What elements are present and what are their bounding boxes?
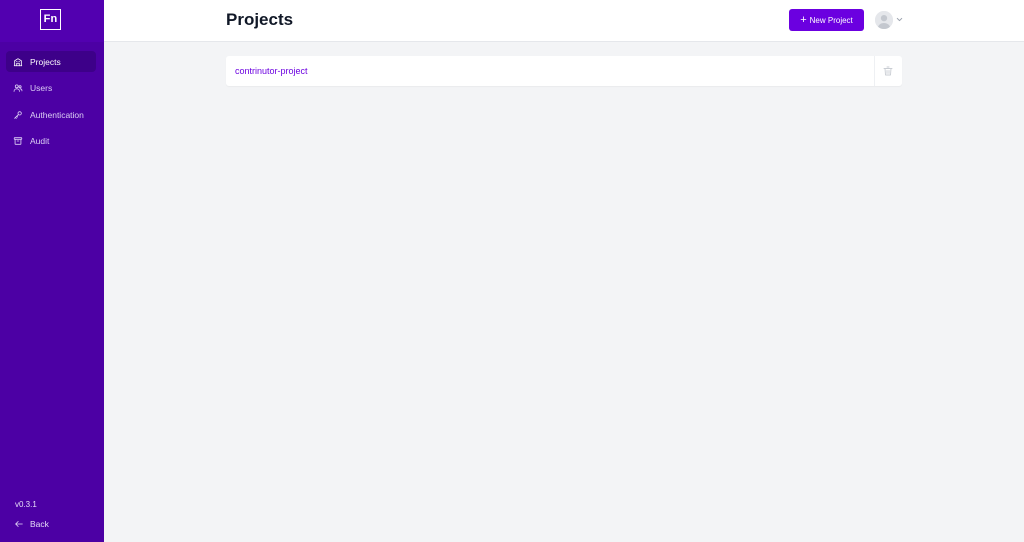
sidebar-header: Fn xyxy=(0,0,104,42)
sidebar-item-authentication[interactable]: Authentication xyxy=(6,104,96,125)
plus-icon: + xyxy=(800,13,807,26)
version-label: v0.3.1 xyxy=(15,500,37,509)
building-icon xyxy=(13,57,23,67)
sidebar-item-label: Audit xyxy=(30,136,50,147)
new-project-button[interactable]: + New Project xyxy=(789,9,864,31)
back-label: Back xyxy=(30,519,49,529)
app-root: Fn Projects Users Authentication Audit v… xyxy=(0,0,1024,542)
top-header: Projects + New Project xyxy=(104,0,1024,42)
back-link[interactable]: Back xyxy=(14,519,49,529)
page-title: Projects xyxy=(226,10,294,29)
trash-icon[interactable] xyxy=(882,65,894,77)
row-divider xyxy=(874,56,875,86)
sidebar-nav: Projects Users Authentication Audit xyxy=(6,51,96,157)
archive-icon xyxy=(13,136,23,146)
sidebar: Fn Projects Users Authentication Audit v… xyxy=(0,0,104,542)
arrow-left-icon xyxy=(14,519,24,529)
users-icon xyxy=(13,83,23,93)
key-icon xyxy=(13,110,23,120)
new-project-label: New Project xyxy=(809,15,853,25)
sidebar-item-label: Users xyxy=(30,83,53,94)
user-avatar-icon[interactable] xyxy=(875,11,893,29)
sidebar-item-label: Authentication xyxy=(30,109,84,120)
sidebar-item-projects[interactable]: Projects xyxy=(6,51,96,72)
project-link[interactable]: contrinutor-project xyxy=(235,66,308,76)
list-item: contrinutor-project xyxy=(226,56,902,86)
app-logo[interactable]: Fn xyxy=(40,9,61,30)
sidebar-item-label: Projects xyxy=(30,56,61,67)
chevron-down-icon[interactable] xyxy=(895,15,904,24)
sidebar-item-audit[interactable]: Audit xyxy=(6,131,96,152)
sidebar-item-users[interactable]: Users xyxy=(6,78,96,99)
